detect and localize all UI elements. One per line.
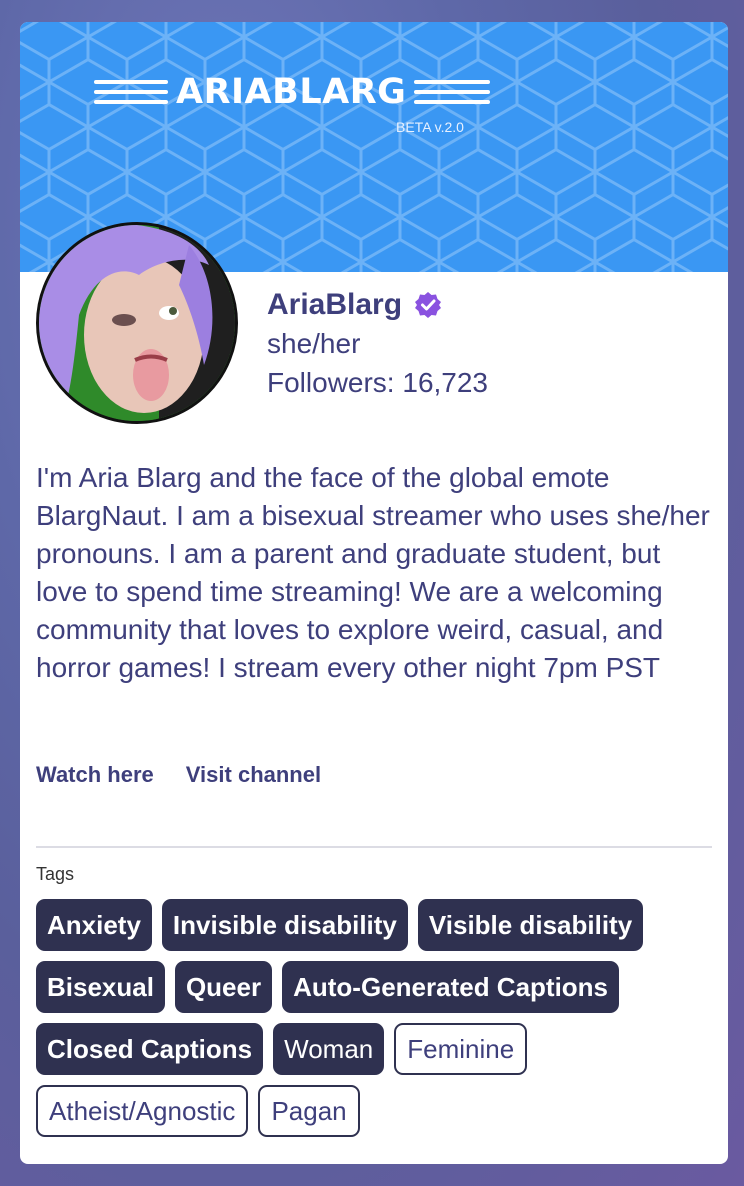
verified-badge-icon xyxy=(415,292,442,318)
tag-auto-generated-captions[interactable]: Auto-Generated Captions xyxy=(282,961,620,1013)
logo-lines-left xyxy=(94,80,168,104)
tags-heading: Tags xyxy=(36,864,75,884)
name-row: AriaBlarg xyxy=(267,288,442,322)
visit-channel-link[interactable]: Visit channel xyxy=(186,762,321,788)
tag-invisible-disability[interactable]: Invisible disability xyxy=(161,899,408,951)
tag-atheist-agnostic[interactable]: Atheist/Agnostic xyxy=(36,1085,249,1137)
tag-list: Anxiety Invisible disability Visible dis… xyxy=(36,899,726,1137)
profile-bio: I'm Aria Blarg and the face of the globa… xyxy=(36,462,710,683)
section-divider xyxy=(36,846,712,848)
avatar xyxy=(36,222,238,424)
beta-label: BETA v.2.0 xyxy=(396,119,464,135)
tag-pagan[interactable]: Pagan xyxy=(258,1085,360,1137)
follower-count: Followers: 16,723 xyxy=(267,367,489,398)
logo-lines-right xyxy=(414,80,491,104)
ariablarg-logo: ARIABLARG xyxy=(94,72,491,112)
watch-here-link[interactable]: Watch here xyxy=(36,762,154,788)
profile-links: Watch here Visit channel xyxy=(36,762,321,788)
pronouns: she/her xyxy=(267,328,361,359)
streamer-name[interactable]: AriaBlarg xyxy=(267,288,402,322)
tag-woman[interactable]: Woman xyxy=(273,1023,385,1075)
tag-queer[interactable]: Queer xyxy=(174,961,273,1013)
avatar-image xyxy=(39,225,235,421)
tag-bisexual[interactable]: Bisexual xyxy=(36,961,165,1013)
tag-feminine[interactable]: Feminine xyxy=(394,1023,528,1075)
tag-closed-captions[interactable]: Closed Captions xyxy=(36,1023,264,1075)
profile-card: ARIABLARG BETA v.2.0 AriaBlarg she/her F… xyxy=(20,22,728,1164)
logo-text: ARIABLARG xyxy=(176,72,407,112)
tag-anxiety[interactable]: Anxiety xyxy=(36,899,152,951)
tag-visible-disability[interactable]: Visible disability xyxy=(417,899,644,951)
